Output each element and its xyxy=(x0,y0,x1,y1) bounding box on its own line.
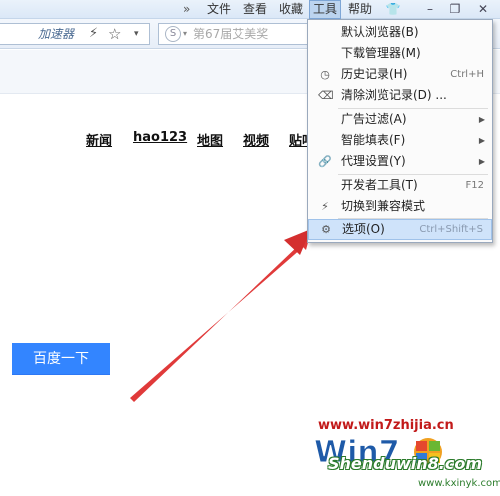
flag-green xyxy=(429,441,440,451)
link-chain-icon: 🔗 xyxy=(318,155,332,168)
bolt-icon: ⚡ xyxy=(321,200,329,213)
submenu-arrow-icon: ▶ xyxy=(478,136,485,145)
watermark-url: www.win7zhijia.cn xyxy=(318,418,454,433)
gear-icon: ⚙ xyxy=(321,223,331,236)
watermark-shenduwin8: Shenduwin8.com xyxy=(328,454,483,473)
menu-item-autofill[interactable]: 智能填表(F) ▶ xyxy=(308,130,492,151)
menu-item-ad-filter[interactable]: 广告过滤(A) ▶ xyxy=(308,109,492,130)
menu-item-label: 选项(O) xyxy=(342,222,385,236)
submenu-arrow-icon: ▶ xyxy=(478,115,485,124)
menu-item-label: 历史记录(H) xyxy=(341,67,408,81)
flag-red xyxy=(416,441,427,451)
menu-item-history[interactable]: ◷ 历史记录(H) Ctrl+H xyxy=(308,64,492,85)
eraser-icon: ⌫ xyxy=(318,89,334,102)
watermark-kxinyk: www.kxinyk.com xyxy=(418,478,500,489)
menu-item-shortcut: F12 xyxy=(465,180,484,191)
menu-item-compat-mode[interactable]: ⚡ 切换到兼容模式 xyxy=(308,196,492,217)
menu-item-label: 下载管理器(M) xyxy=(341,46,421,60)
menu-item-label: 切换到兼容模式 xyxy=(341,199,426,213)
menu-item-options[interactable]: ⚙ 选项(O) Ctrl+Shift+S xyxy=(308,219,492,240)
menu-item-label: 广告过滤(A) xyxy=(341,112,407,126)
menu-item-label: 默认浏览器(B) xyxy=(341,25,419,39)
menu-item-label: 清除浏览记录(D) ... xyxy=(341,88,447,102)
menu-item-default-browser[interactable]: 默认浏览器(B) xyxy=(308,22,492,43)
menu-item-shortcut: Ctrl+Shift+S xyxy=(419,224,483,235)
menu-item-developer-tools[interactable]: 开发者工具(T) F12 xyxy=(308,175,492,196)
menu-item-shortcut: Ctrl+H xyxy=(450,69,484,80)
menu-item-label: 开发者工具(T) xyxy=(341,178,418,192)
menu-item-clear-history[interactable]: ⌫ 清除浏览记录(D) ... xyxy=(308,85,492,106)
tools-menu: 默认浏览器(B) 下载管理器(M) ◷ 历史记录(H) Ctrl+H ⌫ 清除浏… xyxy=(307,19,493,243)
menu-item-proxy-settings[interactable]: 🔗 代理设置(Y) ▶ xyxy=(308,151,492,172)
menu-item-label: 智能填表(F) xyxy=(341,133,406,147)
clock-icon: ◷ xyxy=(320,68,330,81)
submenu-arrow-icon: ▶ xyxy=(478,157,485,166)
menu-item-download-manager[interactable]: 下载管理器(M) xyxy=(308,43,492,64)
menu-item-label: 代理设置(Y) xyxy=(341,154,406,168)
arrow-shape xyxy=(130,231,311,402)
